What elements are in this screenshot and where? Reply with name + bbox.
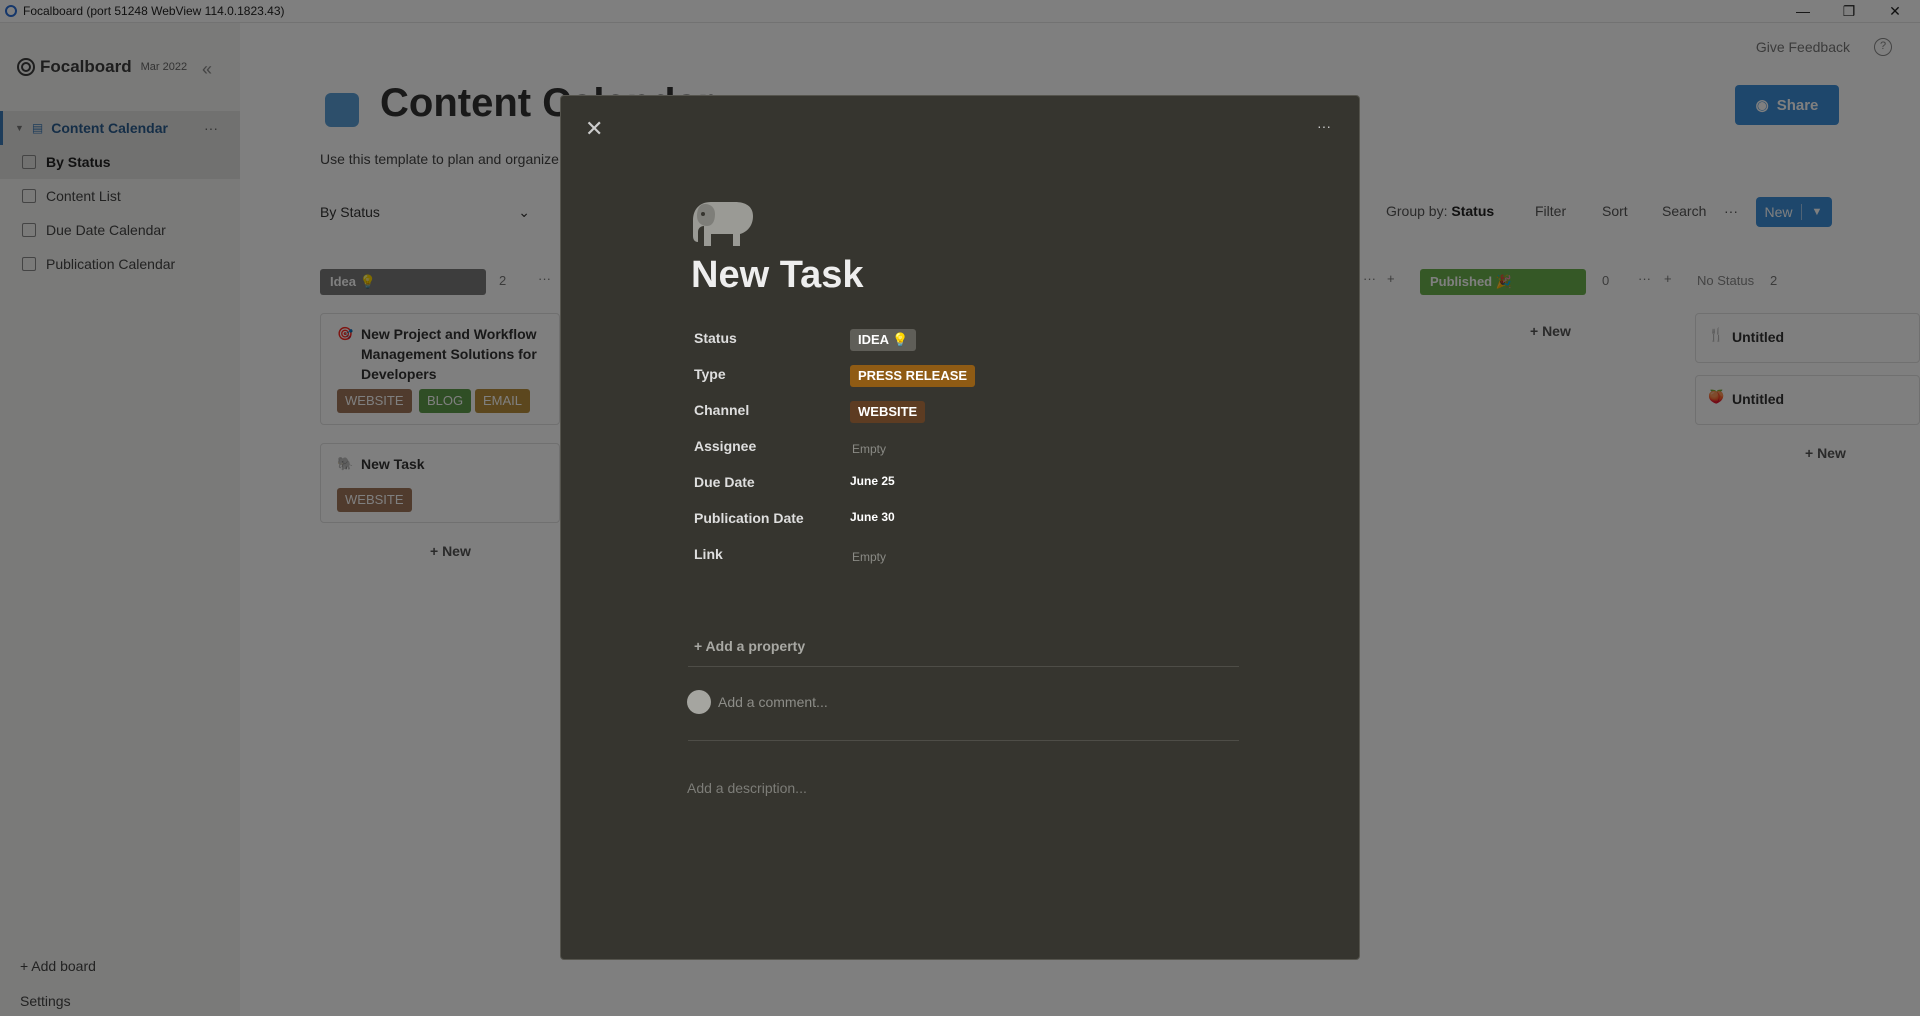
property-link-label[interactable]: Link — [694, 546, 723, 562]
close-icon[interactable]: ✕ — [585, 116, 603, 142]
property-publication-date-value[interactable]: June 30 — [850, 510, 895, 524]
card-detail-dialog: ✕ ··· New Task Status IDEA 💡 Type PRESS … — [560, 95, 1360, 960]
property-type-value[interactable]: PRESS RELEASE — [850, 365, 976, 387]
property-status-label[interactable]: Status — [694, 330, 737, 346]
property-due-date-label[interactable]: Due Date — [694, 474, 755, 490]
property-due-date-value[interactable]: June 25 — [850, 474, 895, 488]
divider — [688, 666, 1239, 667]
property-status-value[interactable]: IDEA 💡 — [850, 329, 917, 351]
property-link-value[interactable]: Empty — [852, 550, 886, 564]
card-title[interactable]: New Task — [691, 254, 863, 297]
property-channel-value[interactable]: WEBSITE — [850, 401, 926, 423]
add-comment-input[interactable]: Add a comment... — [718, 694, 828, 710]
card-options-icon[interactable]: ··· — [1317, 118, 1331, 134]
divider — [688, 740, 1239, 741]
add-property-button[interactable]: + Add a property — [694, 638, 805, 654]
property-type-label[interactable]: Type — [694, 366, 726, 382]
property-assignee-label[interactable]: Assignee — [694, 438, 756, 454]
property-assignee-value[interactable]: Empty — [852, 442, 886, 456]
avatar — [687, 690, 711, 714]
elephant-icon[interactable] — [691, 196, 757, 250]
property-channel-label[interactable]: Channel — [694, 402, 749, 418]
add-description-input[interactable]: Add a description... — [687, 780, 807, 796]
property-publication-date-label[interactable]: Publication Date — [694, 510, 804, 526]
